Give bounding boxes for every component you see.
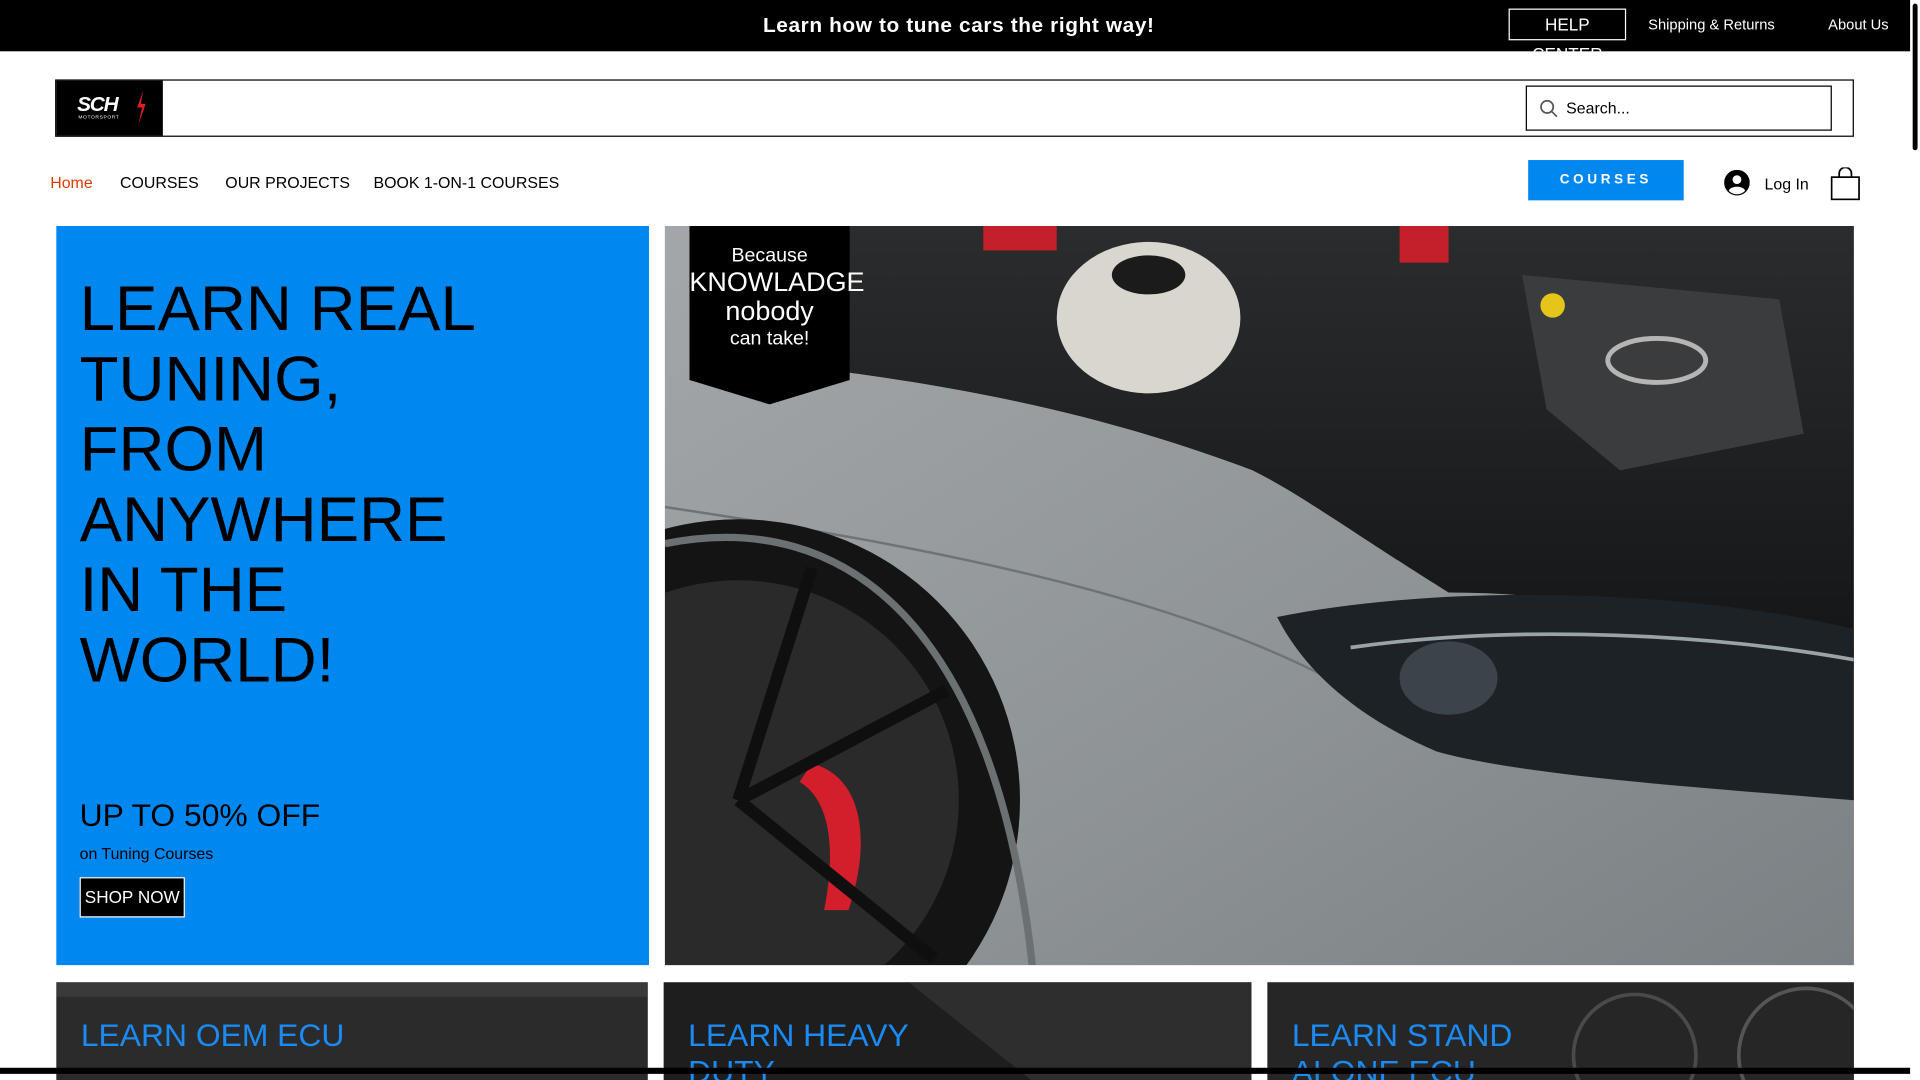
login-label: Log In — [1764, 174, 1809, 194]
course-card-oem-ecu[interactable]: LEARN OEM ECU — [56, 982, 648, 1080]
logo-subtext: MOTORSPORT — [78, 113, 120, 120]
badge-text: Because KNOWLADGE nobody can take! — [689, 245, 865, 350]
hero-promo-panel: LEARN REAL TUNING, FROM ANYWHERE IN THE … — [56, 226, 649, 966]
slogan-badge: Because KNOWLADGE nobody can take! — [689, 226, 865, 405]
page-divider — [0, 1067, 1911, 1074]
logo-flash-icon — [137, 90, 146, 125]
search-bar[interactable] — [1525, 85, 1832, 131]
shop-now-button[interactable]: SHOP NOW — [79, 877, 185, 918]
about-us-link[interactable]: About Us — [1828, 16, 1888, 33]
site-header: SCH MOTORSPORT — [55, 79, 1854, 137]
search-icon — [1540, 99, 1558, 118]
nav-courses[interactable]: COURSES — [120, 173, 199, 191]
card-title: LEARN OEM ECU — [80, 1016, 345, 1054]
page-scrollbar[interactable] — [1910, 0, 1920, 1080]
shipping-returns-link[interactable]: Shipping & Returns — [1648, 16, 1775, 33]
nav-home[interactable]: Home — [50, 173, 92, 191]
hero-car-image: Because KNOWLADGE nobody can take! — [664, 226, 1854, 966]
hero-sale-text: UP TO 50% OFF — [79, 796, 321, 834]
course-card-stand-alone-ecu[interactable]: LEARN STAND ALONE ECU — [1267, 982, 1854, 1080]
logo[interactable]: SCH MOTORSPORT — [56, 80, 163, 136]
course-card-heavy-duty[interactable]: LEARN HEAVY DUTY — [663, 982, 1252, 1080]
shopping-bag-icon[interactable] — [1830, 167, 1860, 201]
hero-sale-subtext: on Tuning Courses — [79, 844, 214, 863]
nav-our-projects[interactable]: OUR PROJECTS — [225, 173, 350, 191]
user-avatar-icon — [1724, 169, 1750, 196]
courses-button[interactable]: COURSES — [1528, 160, 1684, 201]
help-center-button[interactable]: HELP CENTER — [1508, 8, 1627, 64]
nav-book-courses[interactable]: BOOK 1-ON-1 COURSES — [373, 173, 559, 191]
scrollbar-thumb[interactable] — [1912, 3, 1918, 151]
search-input[interactable] — [1566, 91, 1824, 125]
announcement-bar: Learn how to tune cars the right way! HE… — [0, 0, 1911, 64]
hero-title: LEARN REAL TUNING, FROM ANYWHERE IN THE … — [79, 273, 474, 696]
